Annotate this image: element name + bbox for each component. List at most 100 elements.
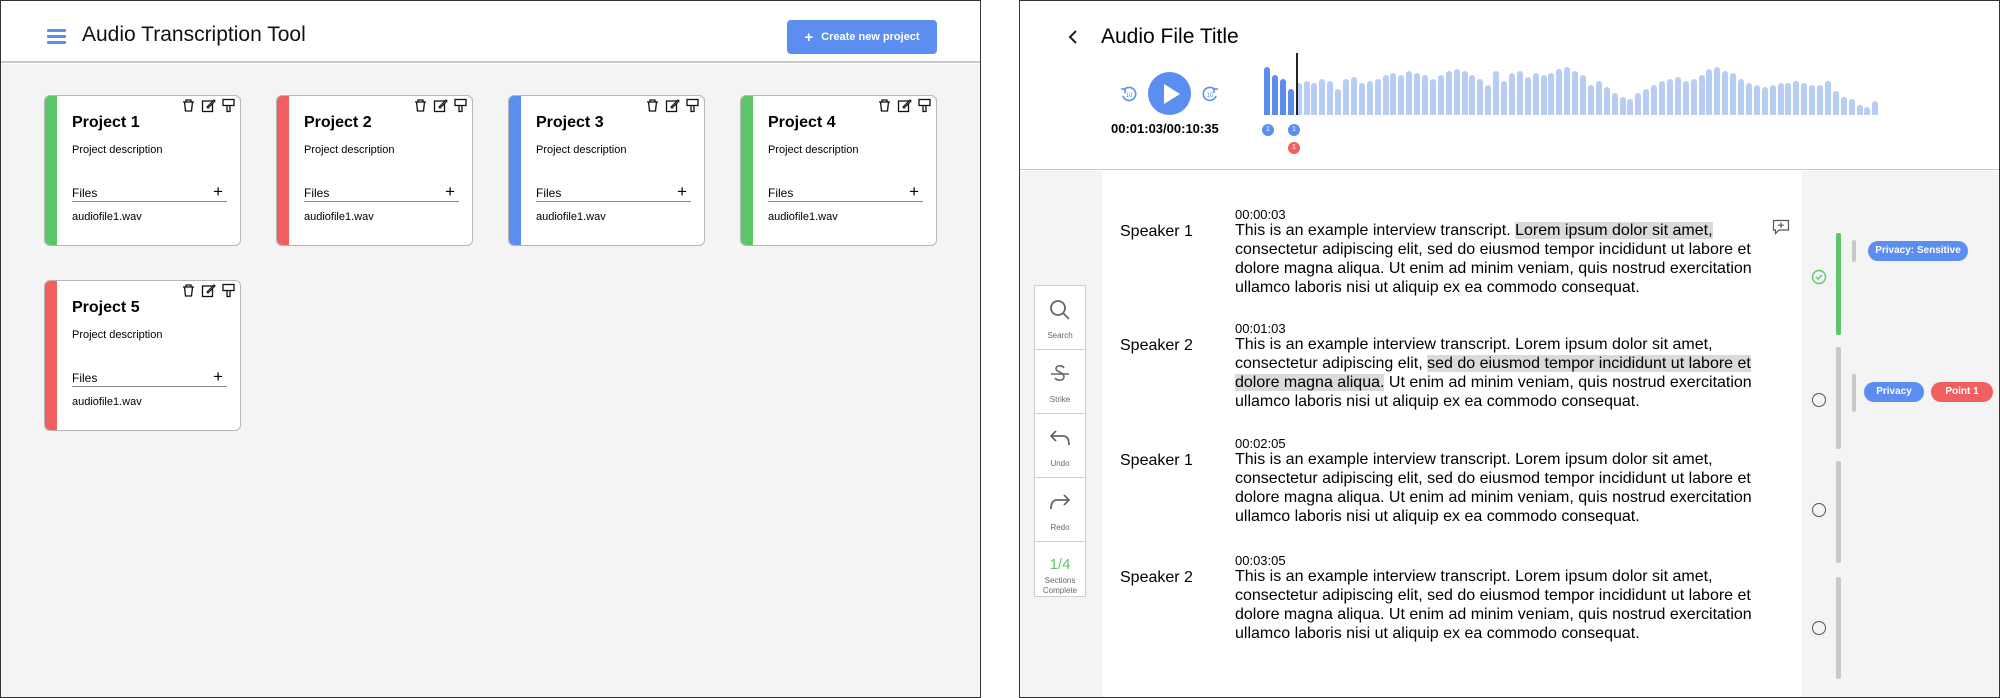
check-circle-icon[interactable] [1811, 269, 1827, 285]
tag-privacy-sensitive[interactable]: Privacy: Sensitive [1868, 241, 1968, 261]
search-tool[interactable]: Search [1035, 286, 1085, 350]
svg-text:10: 10 [1207, 93, 1214, 99]
waveform-bar [1532, 73, 1539, 115]
section-pending-bar [1836, 347, 1841, 449]
section-pending-bar [1836, 577, 1841, 679]
section-timestamp[interactable]: 00:01:03 [1235, 321, 1286, 336]
waveform-bar [1414, 73, 1421, 115]
add-file-icon[interactable]: + [213, 182, 223, 202]
add-file-icon[interactable]: + [213, 367, 223, 387]
file-link[interactable]: audiofile1.wav [72, 211, 142, 223]
project-description: Project description [304, 144, 395, 156]
project-description: Project description [536, 144, 627, 156]
trash-icon[interactable] [645, 98, 660, 113]
transcript-text[interactable]: This is an example interview transcript.… [1235, 450, 1775, 526]
file-link[interactable]: audiofile1.wav [768, 211, 838, 223]
trash-icon[interactable] [877, 98, 892, 113]
file-link[interactable]: audiofile1.wav [72, 396, 142, 408]
highlighted-text[interactable]: Lorem ipsum dolor sit amet, [1515, 222, 1713, 239]
waveform-bar [1493, 71, 1500, 115]
project-title: Project 2 [304, 114, 372, 131]
trash-icon[interactable] [181, 98, 196, 113]
comment-marker[interactable]: 1 [1262, 124, 1274, 136]
edit-icon[interactable] [433, 98, 448, 113]
waveform-bar [1698, 75, 1705, 115]
edit-icon[interactable] [897, 98, 912, 113]
section-status-radio[interactable] [1812, 393, 1826, 407]
waveform-bar [1548, 73, 1555, 115]
waveform-bar [1319, 79, 1326, 115]
play-button[interactable] [1148, 72, 1191, 115]
waveform-bar [1682, 81, 1689, 115]
create-project-button[interactable]: + Create new project [787, 20, 937, 54]
file-link[interactable]: audiofile1.wav [536, 211, 606, 223]
project-card[interactable]: Project 1 Project description Files + au… [44, 95, 241, 246]
waveform-bar [1580, 75, 1586, 115]
waveform-bar [1311, 83, 1318, 115]
waveform-bar [1461, 71, 1468, 115]
back-icon[interactable] [1067, 29, 1081, 45]
project-card[interactable]: Project 3 Project description Files + au… [508, 95, 705, 246]
paint-icon[interactable] [221, 98, 236, 113]
section-timestamp[interactable]: 00:02:05 [1235, 436, 1286, 451]
waveform-bar [1587, 85, 1594, 115]
transcript-text[interactable]: This is an example interview transcript.… [1235, 221, 1775, 297]
section-timestamp[interactable]: 00:00:03 [1235, 207, 1286, 222]
waveform-bar [1659, 81, 1665, 115]
playhead[interactable] [1296, 53, 1298, 115]
undo-tool[interactable]: Undo [1035, 414, 1085, 478]
section-timestamp[interactable]: 00:03:05 [1235, 553, 1286, 568]
trash-icon[interactable] [181, 283, 196, 298]
trash-icon[interactable] [413, 98, 428, 113]
waveform-bar [1445, 71, 1452, 115]
transcript-text[interactable]: This is an example interview transcript.… [1235, 335, 1775, 411]
redo-tool[interactable]: Redo [1035, 478, 1085, 542]
project-card[interactable]: Project 2 Project description Files + au… [276, 95, 473, 246]
tag-privacy[interactable]: Privacy [1864, 382, 1924, 402]
edit-icon[interactable] [665, 98, 680, 113]
waveform-bar [1738, 79, 1744, 115]
audio-title: Audio File Title [1101, 25, 1239, 48]
waveform-bar [1785, 83, 1792, 115]
waveform-bar [1832, 91, 1839, 115]
section-status-radio[interactable] [1812, 503, 1826, 517]
add-comment-icon[interactable] [1772, 219, 1790, 235]
waveform[interactable] [1264, 63, 1884, 115]
hamburger-menu-icon[interactable] [47, 29, 66, 44]
project-grid: Project 1 Project description Files + au… [1, 64, 980, 697]
project-card[interactable]: Project 5 Project description Files + au… [44, 280, 241, 431]
comment-marker[interactable]: 1 [1288, 124, 1300, 136]
project-list-screen: Audio Transcription Tool + Create new pr… [0, 0, 981, 698]
forward-10-icon[interactable]: 10 [1201, 85, 1219, 103]
waveform-bar [1264, 67, 1270, 115]
waveform-bar [1572, 71, 1579, 115]
project-title: Project 1 [72, 114, 140, 131]
section-status-radio[interactable] [1812, 621, 1826, 635]
edit-icon[interactable] [201, 283, 216, 298]
waveform-bar [1674, 77, 1681, 115]
paint-icon[interactable] [917, 98, 932, 113]
paint-icon[interactable] [685, 98, 700, 113]
project-card[interactable]: Project 4 Project description Files + au… [740, 95, 937, 246]
file-link[interactable]: audiofile1.wav [304, 211, 374, 223]
waveform-bar [1730, 73, 1737, 115]
waveform-bar [1745, 83, 1752, 115]
add-file-icon[interactable]: + [909, 182, 919, 202]
paint-icon[interactable] [221, 283, 236, 298]
transcript-text[interactable]: This is an example interview transcript.… [1235, 567, 1775, 643]
project-description: Project description [72, 144, 163, 156]
tag-point-1[interactable]: Point 1 [1931, 382, 1993, 402]
app-header: Audio Transcription Tool + Create new pr… [1, 1, 980, 63]
paint-icon[interactable] [453, 98, 468, 113]
rewind-10-icon[interactable]: 10 [1120, 85, 1138, 103]
add-file-icon[interactable]: + [445, 182, 455, 202]
strike-tool[interactable]: Strike [1035, 350, 1085, 414]
transcript-editor-screen: Audio File Title 10 10 00:01:03/00:10:35… [1019, 0, 2000, 698]
comment-marker[interactable]: 1 [1288, 142, 1300, 154]
waveform-bar [1564, 67, 1571, 115]
add-file-icon[interactable]: + [677, 182, 687, 202]
waveform-bar [1856, 105, 1863, 115]
edit-icon[interactable] [201, 98, 216, 113]
waveform-bar [1840, 97, 1847, 115]
waveform-bar [1666, 79, 1673, 115]
